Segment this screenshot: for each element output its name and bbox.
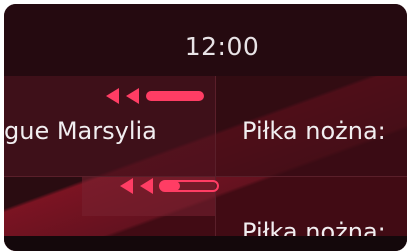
progress-fill — [160, 181, 180, 191]
bottom-bar — [4, 236, 407, 251]
rewind-icon — [120, 178, 219, 194]
time-slot-label: 12:00 — [184, 32, 260, 61]
program-title: gue Marsylia — [4, 117, 157, 145]
grid-divider-vertical — [215, 76, 216, 251]
timeline-header: 12:00 — [4, 4, 407, 76]
program-title: Piłka nożna: — [242, 117, 386, 145]
progress-fill — [146, 91, 204, 101]
tv-guide-panel: 12:00 gue Marsylia Piłka nożna: Piłka no… — [4, 4, 407, 251]
rewind-icon — [106, 88, 204, 104]
